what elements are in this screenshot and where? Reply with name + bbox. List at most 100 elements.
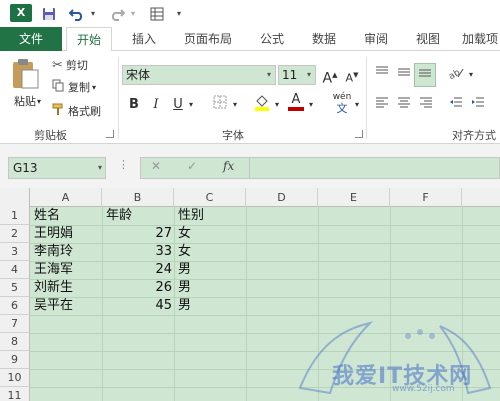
row-header[interactable]: 1 [0, 207, 30, 225]
tab-insert[interactable]: 插入 [124, 27, 164, 51]
redo-dropdown-icon[interactable]: ▾ [128, 4, 138, 23]
redo-icon[interactable] [108, 4, 126, 23]
insert-function-icon[interactable]: fx [223, 159, 234, 173]
cell-c5[interactable]: 男 [176, 279, 246, 297]
tab-home[interactable]: 开始 [66, 27, 112, 52]
customize-qat-icon[interactable]: ▾ [174, 4, 184, 23]
cell-a2[interactable]: 王明娟 [32, 225, 102, 243]
column-header-f[interactable]: F [390, 188, 462, 207]
cut-button[interactable]: ✂ 剪切 [52, 57, 88, 73]
align-left-icon[interactable] [372, 95, 392, 115]
row-header[interactable]: 3 [0, 243, 30, 261]
tab-data[interactable]: 数据 [304, 27, 344, 51]
cell-c4[interactable]: 男 [176, 261, 246, 279]
row-header[interactable]: 7 [0, 315, 30, 333]
align-center-icon[interactable] [394, 95, 414, 115]
align-middle-icon[interactable] [394, 65, 414, 85]
clipboard-launcher-icon[interactable] [106, 130, 114, 138]
copy-dropdown-icon: ▾ [92, 82, 97, 92]
grid-line [30, 333, 500, 334]
tab-review[interactable]: 审阅 [356, 27, 396, 51]
font-name-value: 宋体 [126, 68, 151, 82]
borders-dropdown-icon[interactable]: ▾ [230, 95, 240, 115]
cell-a6[interactable]: 吴平在 [32, 297, 102, 315]
row-header[interactable]: 9 [0, 351, 30, 369]
cell-c1[interactable]: 性别 [176, 207, 246, 225]
save-icon[interactable] [40, 4, 58, 23]
copy-label: 复制 [68, 81, 90, 94]
align-right-icon[interactable] [416, 95, 436, 115]
formula-input[interactable] [250, 157, 500, 179]
column-header-d[interactable]: D [246, 188, 318, 207]
cell-c6[interactable]: 男 [176, 297, 246, 315]
row-header[interactable]: 6 [0, 297, 30, 315]
cell-b5[interactable]: 26 [104, 279, 174, 297]
font-launcher-icon[interactable] [355, 130, 363, 138]
tab-addins[interactable]: 加载项 [460, 27, 500, 51]
row-header[interactable]: 8 [0, 333, 30, 351]
cell-b1[interactable]: 年龄 [104, 207, 174, 225]
borders-icon[interactable] [210, 95, 230, 115]
decrease-indent-icon[interactable] [446, 95, 466, 115]
tab-page-layout[interactable]: 页面布局 [176, 27, 240, 51]
font-group-label: 字体 [222, 129, 244, 142]
grow-font-button[interactable]: A▲ [320, 65, 340, 87]
shrink-font-button[interactable]: A▼ [342, 65, 362, 85]
font-color-button[interactable]: A [286, 91, 306, 115]
fill-color-dropdown-icon[interactable]: ▾ [272, 95, 282, 115]
font-name-combo[interactable]: 宋体 ▾ [122, 65, 276, 85]
select-all-corner[interactable] [0, 188, 30, 207]
name-box[interactable]: G13 ▾ [8, 157, 106, 179]
format-painter-button[interactable]: 格式刷 [52, 103, 101, 119]
tab-formulas[interactable]: 公式 [252, 27, 292, 51]
column-header-b[interactable]: B [102, 188, 174, 207]
cancel-icon[interactable]: ✕ [151, 159, 161, 173]
cell-b6[interactable]: 45 [104, 297, 174, 315]
fill-color-icon[interactable] [252, 93, 272, 113]
paste-button[interactable]: 粘贴 ▾ [14, 93, 41, 109]
cell-a1[interactable]: 姓名 [32, 207, 102, 225]
phonetic-dropdown-icon[interactable]: ▾ [352, 95, 362, 115]
paste-icon[interactable] [10, 57, 44, 91]
cell-a5[interactable]: 刘新生 [32, 279, 102, 297]
row-header[interactable]: 11 [0, 387, 30, 401]
row-header[interactable]: 2 [0, 225, 30, 243]
row-header[interactable]: 10 [0, 369, 30, 387]
tab-view[interactable]: 视图 [408, 27, 448, 51]
form-icon[interactable] [148, 4, 166, 23]
cell-c3[interactable]: 女 [176, 243, 246, 261]
bold-button[interactable]: B [124, 95, 144, 115]
phonetic-guide-button[interactable]: wén 文 [330, 91, 354, 115]
row-header[interactable]: 5 [0, 279, 30, 297]
column-header-a[interactable]: A [30, 188, 102, 207]
cell-a3[interactable]: 李南玲 [32, 243, 102, 261]
row-header[interactable]: 4 [0, 261, 30, 279]
paste-dropdown-icon: ▾ [37, 96, 42, 106]
cell-b3[interactable]: 33 [104, 243, 174, 261]
italic-button[interactable]: I [146, 95, 166, 115]
copy-button[interactable]: 复制 ▾ [52, 79, 96, 95]
enter-icon[interactable]: ✓ [187, 159, 197, 173]
cell-b4[interactable]: 24 [104, 261, 174, 279]
underline-button[interactable]: U [168, 95, 188, 115]
name-box-dropdown-icon: ▾ [97, 163, 102, 172]
column-header-e[interactable]: E [318, 188, 390, 207]
tab-file[interactable]: 文件 [0, 27, 62, 51]
align-bottom-icon[interactable] [414, 63, 436, 87]
orientation-dropdown-icon[interactable]: ▾ [466, 65, 476, 85]
ribbon-separator [366, 57, 367, 139]
cut-label: 剪切 [65, 59, 88, 72]
ribbon-tabs: 文件 开始 插入 页面布局 公式 数据 审阅 视图 加载项 [0, 27, 500, 52]
undo-dropdown-icon[interactable]: ▾ [88, 4, 98, 23]
font-color-dropdown-icon[interactable]: ▾ [306, 95, 316, 115]
increase-indent-icon[interactable] [468, 95, 488, 115]
orientation-icon[interactable]: ab [446, 65, 466, 85]
column-header-c[interactable]: C [174, 188, 246, 207]
align-top-icon[interactable] [372, 65, 392, 85]
cell-a4[interactable]: 王海军 [32, 261, 102, 279]
undo-icon[interactable] [68, 4, 86, 23]
font-size-combo[interactable]: 11 ▾ [278, 65, 316, 85]
underline-dropdown-icon[interactable]: ▾ [186, 95, 196, 115]
cell-b2[interactable]: 27 [104, 225, 174, 243]
cell-c2[interactable]: 女 [176, 225, 246, 243]
